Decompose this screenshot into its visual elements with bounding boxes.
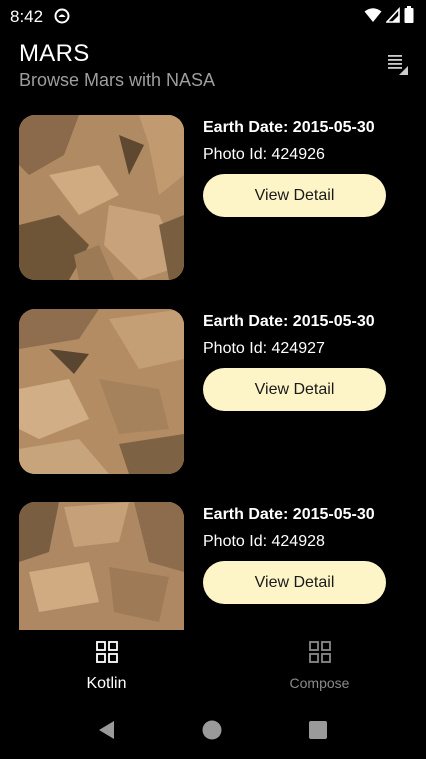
view-detail-button[interactable]: View Detail <box>203 561 386 604</box>
back-icon[interactable] <box>95 718 119 742</box>
mars-photo-thumbnail[interactable] <box>19 309 184 474</box>
app-notification-icon <box>54 8 70 24</box>
signal-icon <box>385 6 400 28</box>
status-bar: 8:42 <box>0 0 426 34</box>
earth-date-text: Earth Date: 2015-05-30 <box>203 313 375 330</box>
earth-date-text: Earth Date: 2015-05-30 <box>203 119 375 136</box>
battery-icon <box>404 6 414 28</box>
view-list-icon[interactable] <box>385 52 409 76</box>
bottom-navigation: Kotlin Compose <box>0 630 426 702</box>
nav-item-kotlin[interactable]: Kotlin <box>0 630 213 702</box>
page-title: MARS <box>19 40 90 67</box>
mars-photo-thumbnail[interactable] <box>19 502 184 630</box>
nav-label-compose: Compose <box>289 675 350 691</box>
list-item: Earth Date: 2015-05-30 Photo Id: 424927 … <box>0 302 426 482</box>
mars-photo-thumbnail[interactable] <box>19 115 184 280</box>
recents-icon[interactable] <box>306 718 330 742</box>
photo-id-text: Photo Id: 424927 <box>203 340 325 357</box>
list-item: Earth Date: 2015-05-30 Photo Id: 424928 … <box>0 495 426 630</box>
status-time: 8:42 <box>10 7 44 26</box>
grid-icon <box>308 640 332 664</box>
list-item: Earth Date: 2015-05-30 Photo Id: 424926 … <box>0 108 426 288</box>
grid-icon <box>95 640 119 664</box>
view-detail-button[interactable]: View Detail <box>203 174 386 217</box>
photo-id-text: Photo Id: 424926 <box>203 146 325 163</box>
nav-label-kotlin: Kotlin <box>86 675 127 692</box>
earth-date-text: Earth Date: 2015-05-30 <box>203 506 375 523</box>
view-detail-button[interactable]: View Detail <box>203 368 386 411</box>
system-navigation-bar <box>0 702 426 759</box>
wifi-icon <box>364 7 382 28</box>
status-icons <box>364 6 414 28</box>
page-subtitle: Browse Mars with NASA <box>19 70 216 90</box>
nav-item-compose[interactable]: Compose <box>213 630 426 702</box>
photo-id-text: Photo Id: 424928 <box>203 533 325 550</box>
photo-list[interactable]: Earth Date: 2015-05-30 Photo Id: 424926 … <box>0 108 426 630</box>
home-icon[interactable] <box>200 718 224 742</box>
